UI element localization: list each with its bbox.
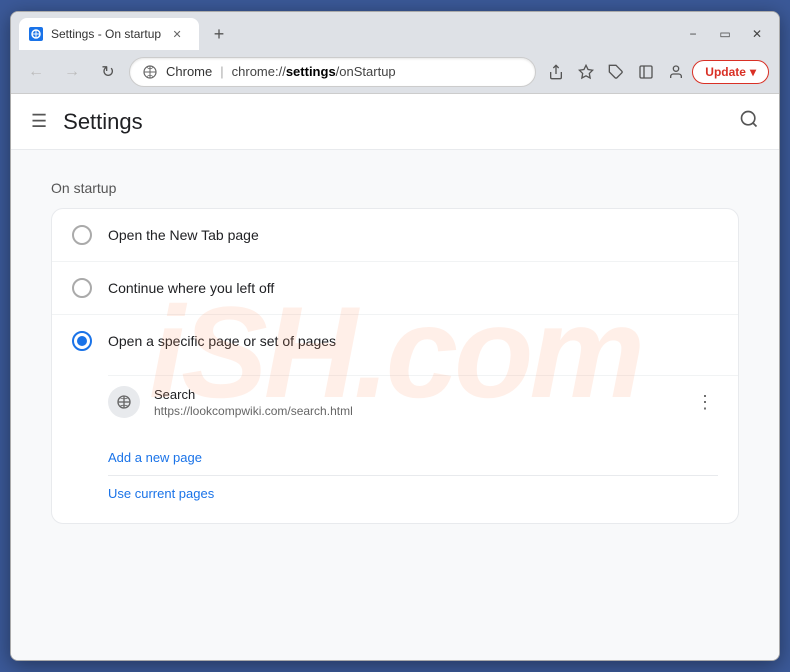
tab-close-button[interactable]: ✕ bbox=[169, 26, 185, 42]
forward-button[interactable]: → bbox=[57, 57, 87, 87]
update-menu-arrow: ▾ bbox=[750, 65, 756, 79]
profile-button[interactable] bbox=[662, 58, 690, 86]
option-specific-page-label: Open a specific page or set of pages bbox=[108, 333, 336, 349]
reload-button[interactable]: ↻ bbox=[93, 57, 123, 87]
hamburger-menu-icon[interactable]: ☰ bbox=[31, 111, 47, 132]
option-new-tab-label: Open the New Tab page bbox=[108, 227, 259, 243]
minimize-button[interactable]: − bbox=[679, 24, 707, 44]
title-bar: Settings - On startup ✕ + − ▭ ✕ bbox=[11, 12, 779, 50]
extensions-button[interactable] bbox=[602, 58, 630, 86]
radio-specific-page[interactable] bbox=[72, 331, 92, 351]
page-content: ☰ Settings iSH.com On startup Open the N… bbox=[11, 94, 779, 660]
options-card: Open the New Tab page Continue where you… bbox=[51, 208, 739, 524]
back-button[interactable]: ← bbox=[21, 57, 51, 87]
option-continue[interactable]: Continue where you left off bbox=[52, 261, 738, 314]
settings-header: ☰ Settings bbox=[11, 94, 779, 150]
radio-new-tab[interactable] bbox=[72, 225, 92, 245]
address-path: settings bbox=[286, 64, 336, 79]
new-tab-button[interactable]: + bbox=[205, 20, 233, 48]
option-continue-label: Continue where you left off bbox=[108, 280, 274, 296]
action-links: Add a new page Use current pages bbox=[52, 432, 738, 523]
settings-page-title: Settings bbox=[63, 109, 143, 135]
option-specific-page[interactable]: Open a specific page or set of pages bbox=[52, 314, 738, 367]
page-entry-info: Search https://lookcompwiki.com/search.h… bbox=[154, 387, 678, 418]
tab-favicon bbox=[29, 27, 43, 41]
page-entry-name: Search bbox=[154, 387, 678, 402]
address-bar[interactable]: Chrome | chrome://settings/onStartup bbox=[129, 57, 536, 87]
active-tab[interactable]: Settings - On startup ✕ bbox=[19, 18, 199, 50]
sidebar-button[interactable] bbox=[632, 58, 660, 86]
page-entry: Search https://lookcompwiki.com/search.h… bbox=[108, 375, 738, 428]
update-button[interactable]: Update ▾ bbox=[692, 60, 769, 84]
address-divider: | bbox=[220, 64, 223, 79]
radio-continue[interactable] bbox=[72, 278, 92, 298]
tab-title: Settings - On startup bbox=[51, 27, 161, 41]
close-button[interactable]: ✕ bbox=[743, 24, 771, 44]
share-button[interactable] bbox=[542, 58, 570, 86]
settings-search-icon[interactable] bbox=[739, 109, 759, 134]
tab-strip: Settings - On startup ✕ + bbox=[19, 18, 233, 50]
toolbar: ← → ↻ Chrome | chrome://settings/onStart… bbox=[11, 50, 779, 94]
page-entry-menu-button[interactable]: ⋮ bbox=[692, 388, 718, 417]
add-new-page-link[interactable]: Add a new page bbox=[108, 440, 718, 475]
use-current-pages-link[interactable]: Use current pages bbox=[108, 475, 718, 511]
page-entry-favicon bbox=[108, 386, 140, 418]
chrome-label: Chrome bbox=[166, 64, 212, 79]
sub-entries: Search https://lookcompwiki.com/search.h… bbox=[52, 367, 738, 432]
bookmark-button[interactable] bbox=[572, 58, 600, 86]
settings-body: iSH.com On startup Open the New Tab page… bbox=[11, 150, 779, 554]
on-startup-label: On startup bbox=[51, 180, 739, 196]
page-entry-url: https://lookcompwiki.com/search.html bbox=[154, 404, 678, 418]
site-icon bbox=[142, 64, 158, 80]
toolbar-actions: Update ▾ bbox=[542, 58, 769, 86]
window-controls: − ▭ ✕ bbox=[679, 24, 771, 50]
browser-window: Settings - On startup ✕ + − ▭ ✕ ← → ↻ bbox=[10, 11, 780, 661]
radio-inner-dot bbox=[77, 336, 87, 346]
address-url: chrome://settings/onStartup bbox=[232, 64, 524, 79]
maximize-button[interactable]: ▭ bbox=[711, 24, 739, 44]
option-new-tab[interactable]: Open the New Tab page bbox=[52, 209, 738, 261]
